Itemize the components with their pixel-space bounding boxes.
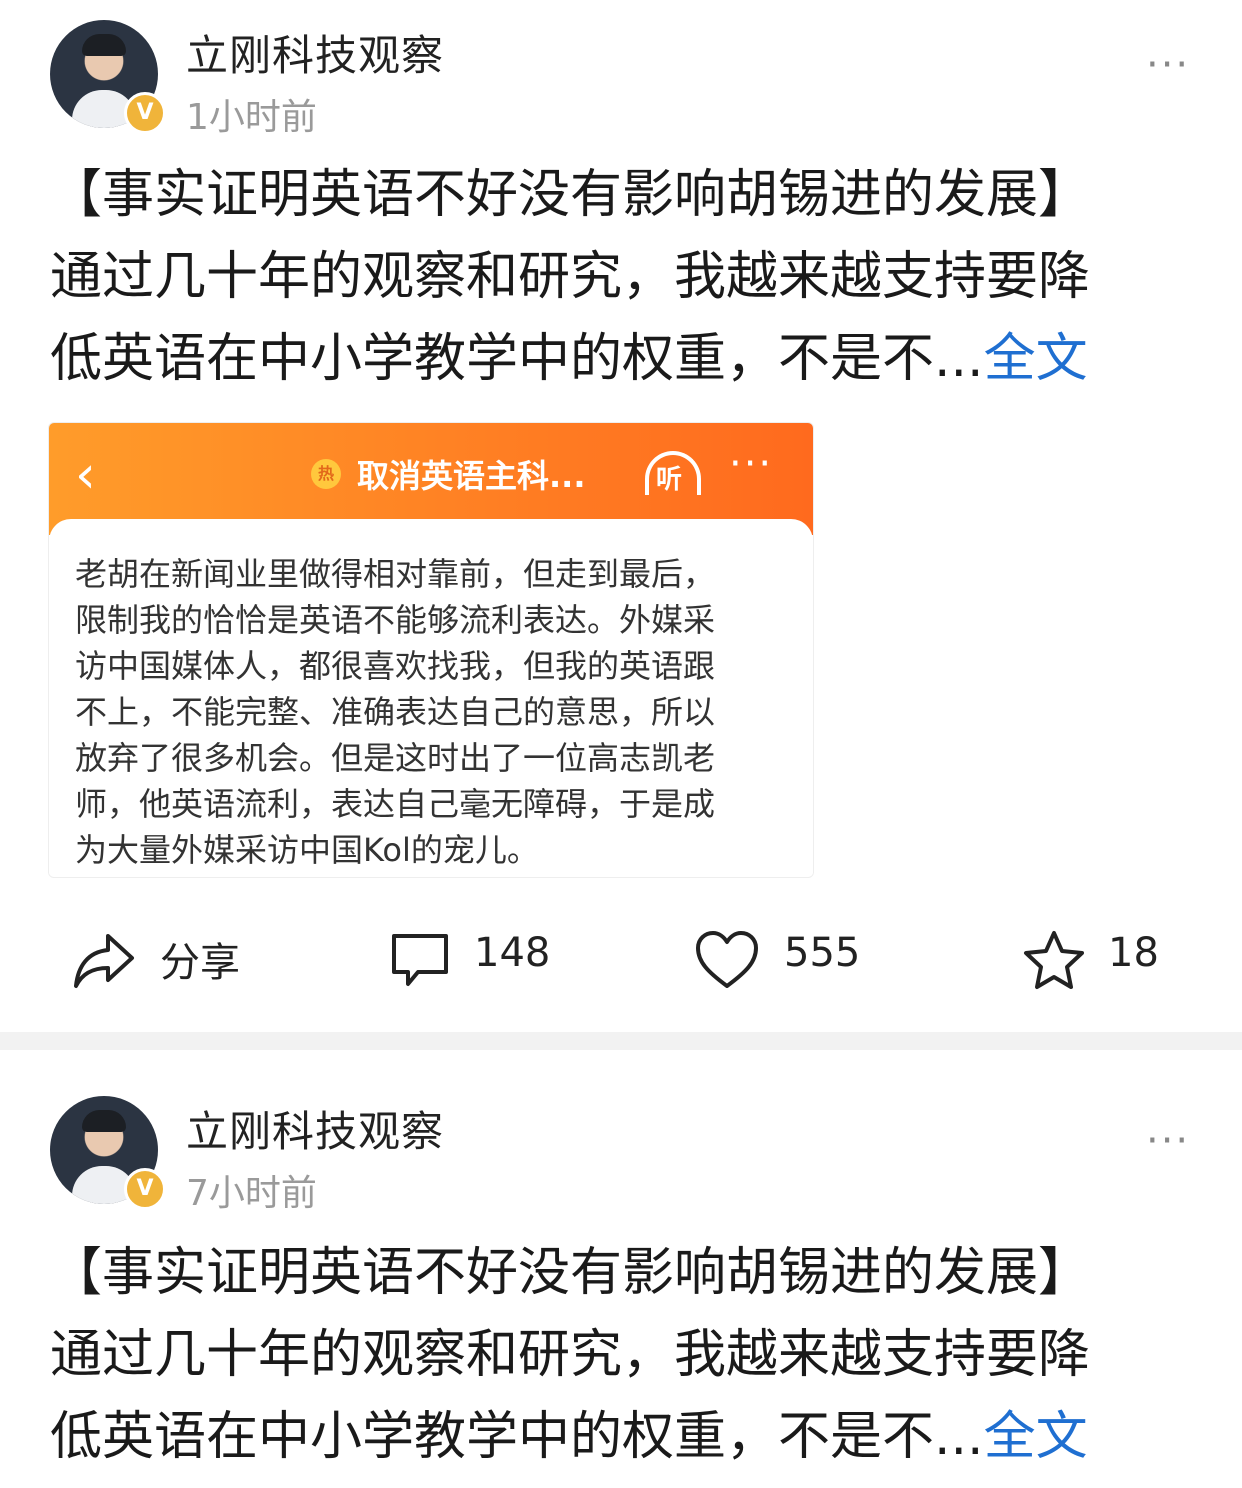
avatar-hair [82,1110,126,1132]
full-text-link[interactable]: 全文 [984,1407,1088,1467]
post-time: 7小时前 [186,1173,317,1214]
listen-label: 听 [656,465,683,495]
action-bar: 分享 148 555 18 [0,918,1242,998]
share-label: 分享 [160,940,240,986]
image-text-line: 放弃了很多机会。但是这时出了一位高志凯老 [75,739,716,777]
share-button[interactable]: 分享 [72,918,272,998]
star-icon [1024,931,1084,989]
verified-icon: V [124,92,166,134]
like-button[interactable]: 555 [694,918,874,998]
comment-icon [392,934,448,986]
back-arrow-icon: ‹ [75,445,96,505]
like-count: 555 [784,930,861,976]
post-body-line: 低英语在中小学教学中的权重，不是不...全文 [50,318,1200,400]
post-body-truncated: 低英语在中小学教学中的权重，不是不... [50,329,984,389]
comment-count: 148 [474,930,551,976]
verified-icon: V [124,1168,166,1210]
image-text-line: 师，他英语流利，表达自己毫无障碍，于是成 [75,785,716,823]
post-body[interactable]: 【事实证明英语不好没有影响胡锡进的发展】 通过几十年的观察和研究，我越来越支持要… [50,1232,1200,1478]
post-body-line: 【事实证明英语不好没有影响胡锡进的发展】 [50,165,1091,225]
share-icon [74,934,134,988]
author-name[interactable]: 立刚科技观察 [186,1098,444,1159]
post-body-truncated: 低英语在中小学教学中的权重，不是不... [50,1407,984,1467]
full-text-link[interactable]: 全文 [984,329,1088,389]
post-body-line: 【事实证明英语不好没有影响胡锡进的发展】 [50,1243,1091,1303]
post-time: 1小时前 [186,97,317,138]
image-text-line: 不上，不能完整、准确表达自己的意思，所以 [75,693,716,731]
post-image[interactable]: ‹ 热 取消英语主科... 听 ··· 老胡在新闻业里做得相对靠前，但走到最后，… [48,422,814,878]
heart-icon [696,931,758,988]
post-divider [0,1032,1242,1050]
favorite-button[interactable]: 18 [1022,918,1172,998]
more-options-icon[interactable]: ··· [1146,1118,1190,1164]
post-body[interactable]: 【事实证明英语不好没有影响胡锡进的发展】 通过几十年的观察和研究，我越来越支持要… [50,154,1200,400]
post-body-line: 低英语在中小学教学中的权重，不是不...全文 [50,1396,1200,1478]
image-text-line: 老胡在新闻业里做得相对靠前，但走到最后， [75,555,716,593]
more-options-icon[interactable]: ··· [1146,42,1190,88]
post-card[interactable]: V 立刚科技观察 1小时前 ··· 【事实证明英语不好没有影响胡锡进的发展】 通… [0,0,1242,1032]
image-more-icon: ··· [729,441,774,487]
avatar-hair [82,34,126,56]
hot-icon: 热 [311,459,341,489]
post-body-line: 通过几十年的观察和研究，我越来越支持要降 [50,1325,1091,1385]
post-body-line: 通过几十年的观察和研究，我越来越支持要降 [50,247,1091,307]
post-card[interactable]: V 立刚科技观察 7小时前 ··· 【事实证明英语不好没有影响胡锡进的发展】 通… [0,1050,1242,1488]
image-quote-text: 老胡在新闻业里做得相对靠前，但走到最后， 限制我的恰恰是英语不能够流利表达。外媒… [75,551,795,873]
image-title: 取消英语主科... [357,457,586,495]
image-text-line: 访中国媒体人，都很喜欢找我，但我的英语跟 [75,647,716,685]
author-name[interactable]: 立刚科技观察 [186,22,444,83]
image-text-line: 限制我的恰恰是英语不能够流利表达。外媒采 [75,601,716,639]
comment-button[interactable]: 148 [388,918,568,998]
favorite-count: 18 [1108,930,1159,976]
image-text-line: 为大量外媒采访中国Kol的宠儿。 [75,831,539,869]
